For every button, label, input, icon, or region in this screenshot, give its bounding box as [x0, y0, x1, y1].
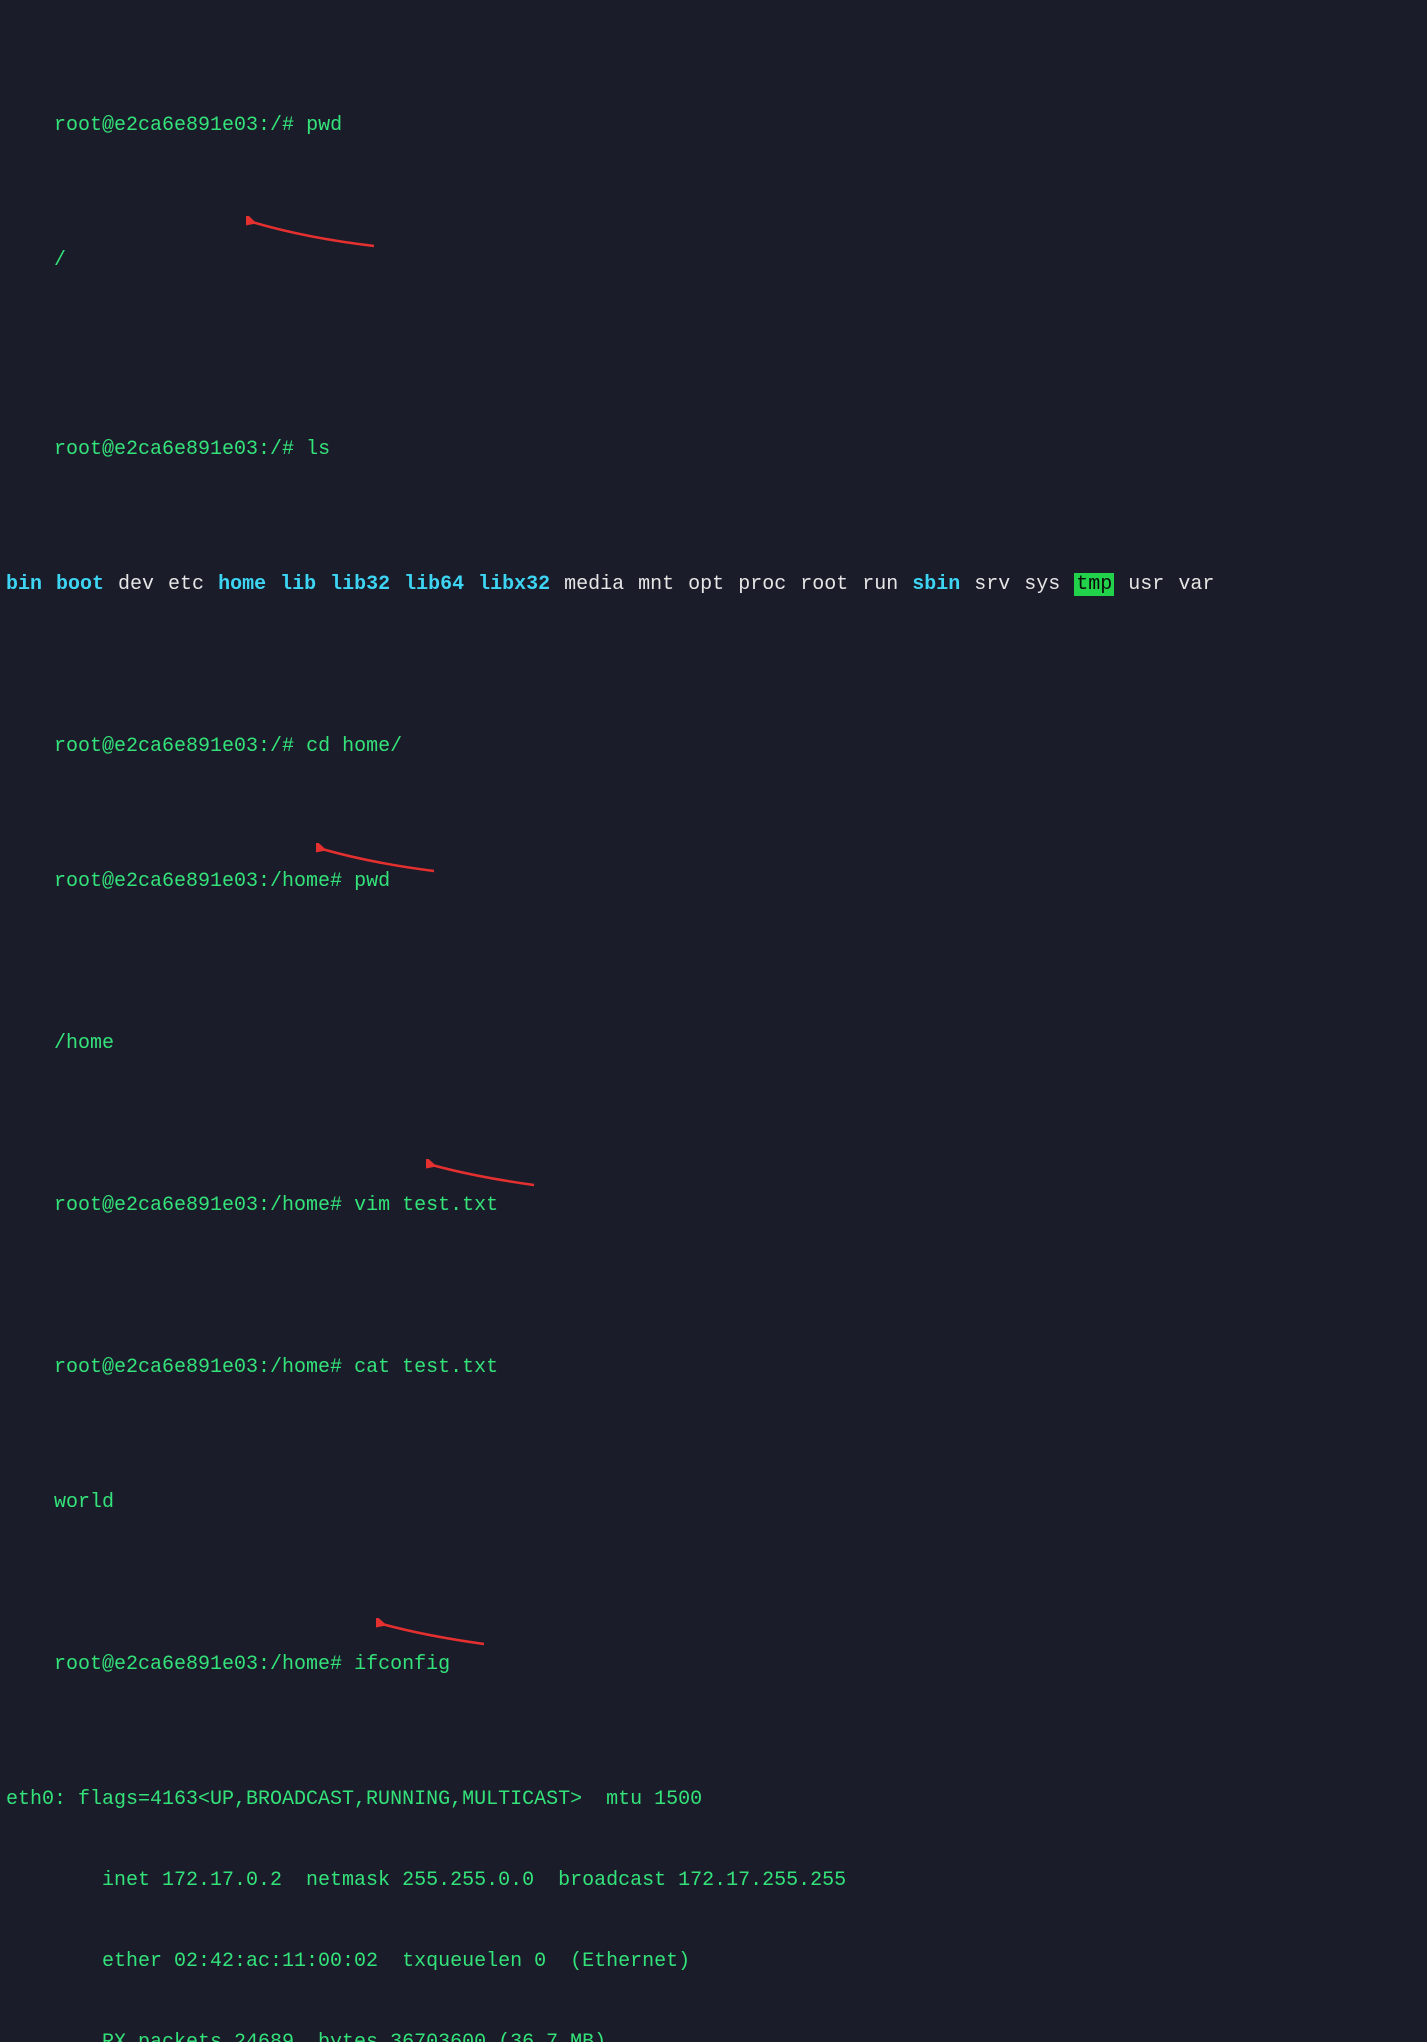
command: pwd: [306, 114, 342, 137]
line-cd: root@e2ca6e891e03:/# cd home/: [6, 706, 1421, 787]
ls-output: binbootdevetchomelib lib32 lib64 libx32 medi…: [6, 544, 1421, 625]
output-home-path: /home: [6, 1003, 1421, 1084]
prompt: root@e2ca6e891e03:/#: [54, 438, 306, 461]
annotation-arrow-icon: [246, 216, 376, 250]
line-ifconfig: root@e2ca6e891e03:/home# ifconfig: [6, 1624, 1421, 1732]
command: ifconfig: [354, 1653, 450, 1676]
ls-entry-media: media: [564, 573, 624, 596]
ls-entry-lib64: lib64: [404, 573, 464, 596]
output-text: /home: [54, 1032, 114, 1055]
prompt: root@e2ca6e891e03:/#: [54, 735, 306, 758]
terminal[interactable]: root@e2ca6e891e03:/# pwd / root@e2ca6e89…: [0, 0, 1427, 2042]
ls-entry-sbin: sbin: [912, 573, 960, 596]
line-cat: root@e2ca6e891e03:/home# cat test.txt: [6, 1327, 1421, 1408]
ls-entry-dev: dev: [118, 573, 154, 596]
ls-entry-run: run: [862, 573, 898, 596]
ls-entry-boot: boot: [56, 573, 104, 596]
output-text: world: [54, 1491, 114, 1514]
ls-entry-mnt: mnt: [638, 573, 674, 596]
ls-entry-proc: proc: [738, 573, 786, 596]
command: vim test.txt: [354, 1194, 498, 1217]
ls-entry-opt: opt: [688, 573, 724, 596]
ls-entry-bin: bin: [6, 573, 42, 596]
output-world: world: [6, 1462, 1421, 1543]
command: pwd: [354, 870, 390, 893]
ls-entry-usr: usr: [1128, 573, 1164, 596]
prompt: root@e2ca6e891e03:/home#: [54, 1356, 354, 1379]
command: cat test.txt: [354, 1356, 498, 1379]
ifconfig-eth0-hdr: eth0: flags=4163<UP,BROADCAST,RUNNING,MU…: [6, 1786, 1421, 1813]
ls-entry-var: var: [1178, 573, 1214, 596]
line-ls: root@e2ca6e891e03:/# ls: [6, 409, 1421, 490]
output-root-path: /: [6, 220, 1421, 328]
ls-entry-tmp: tmp: [1074, 573, 1114, 596]
line-vim: root@e2ca6e891e03:/home# vim test.txt: [6, 1165, 1421, 1273]
ls-entry-sys: sys: [1024, 573, 1060, 596]
ifconfig-eth0-rx: RX packets 24689 bytes 36703600 (36.7 MB…: [6, 2029, 1421, 2042]
ifconfig-eth0-ether: ether 02:42:ac:11:00:02 txqueuelen 0 (Et…: [6, 1948, 1421, 1975]
annotation-arrow-icon: [376, 1618, 486, 1648]
annotation-arrow-icon: [426, 1159, 536, 1189]
ls-entry-etc: etc: [168, 573, 204, 596]
ls-entry-lib: lib: [280, 573, 316, 596]
ifconfig-eth0-inet: inet 172.17.0.2 netmask 255.255.0.0 broa…: [6, 1867, 1421, 1894]
ls-entry-libx32: libx32: [478, 573, 550, 596]
output-text: /: [54, 249, 66, 272]
prompt: root@e2ca6e891e03:/#: [54, 114, 306, 137]
command: cd home/: [306, 735, 402, 758]
line-pwd1: root@e2ca6e891e03:/# pwd: [6, 85, 1421, 166]
command: ls: [306, 438, 330, 461]
prompt: root@e2ca6e891e03:/home#: [54, 870, 354, 893]
ls-entry-lib32: lib32: [330, 573, 390, 596]
prompt: root@e2ca6e891e03:/home#: [54, 1194, 354, 1217]
ls-entry-home: home: [218, 573, 266, 596]
prompt: root@e2ca6e891e03:/home#: [54, 1653, 354, 1676]
line-pwd2: root@e2ca6e891e03:/home# pwd: [6, 841, 1421, 949]
ls-entry-srv: srv: [974, 573, 1010, 596]
ls-entry-root: root: [800, 573, 848, 596]
